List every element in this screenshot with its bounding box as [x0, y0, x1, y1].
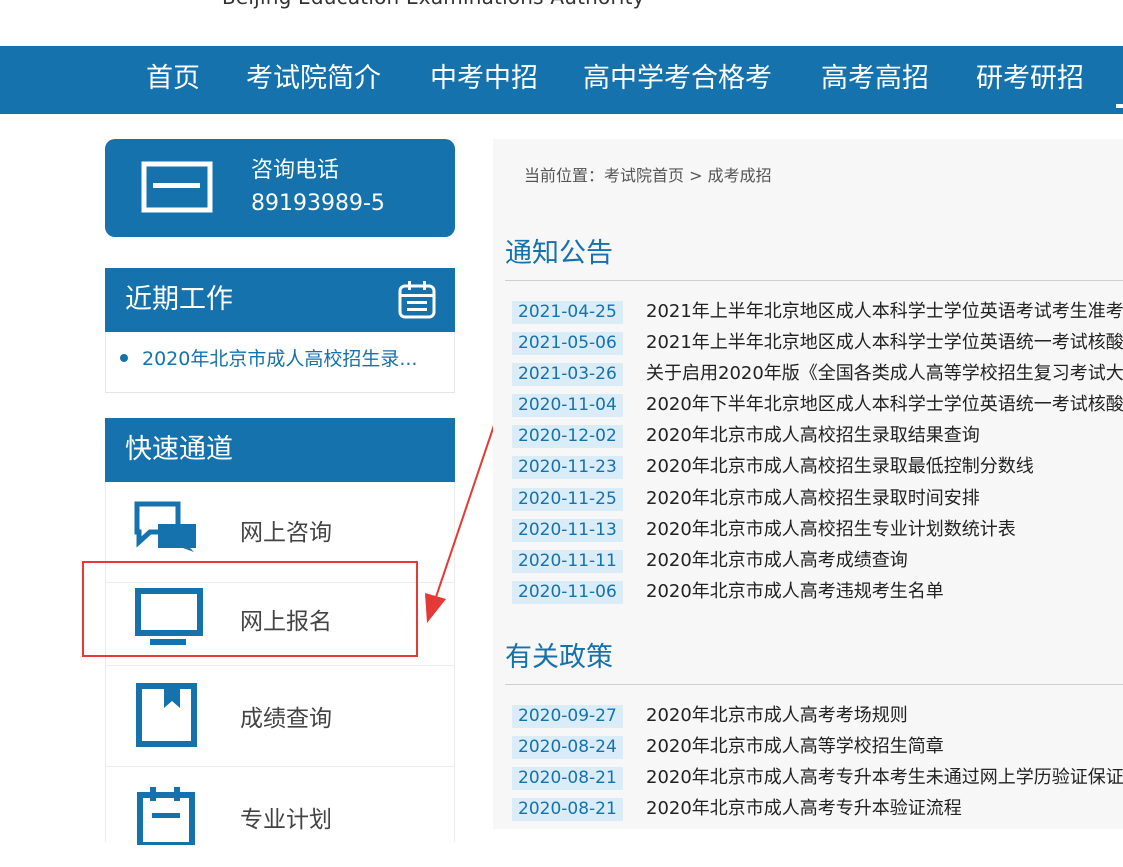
nav-about[interactable]: 考试院简介 [246, 46, 381, 114]
notice-row[interactable]: 2020-11-11 2020年北京市成人高考成绩查询 [512, 546, 1123, 577]
quick-item-label: 成绩查询 [240, 706, 332, 732]
notice-row[interactable]: 2021-03-26 关于启用2020年版《全国各类成人高等学校招生复习考试大纲 [512, 359, 1123, 390]
calendar-plan-icon [134, 785, 200, 849]
notice-title: 2020年北京市成人高校招生录取时间安排 [646, 487, 980, 509]
notice-date: 2020-11-04 [512, 394, 623, 418]
notices-divider [505, 280, 1123, 281]
nav-overflow-marker [1116, 104, 1123, 108]
notice-row[interactable]: 2020-12-02 2020年北京市成人高校招生录取结果查询 [512, 421, 1123, 452]
quick-item-label: 网上咨询 [240, 520, 332, 546]
notice-row[interactable]: 2020-11-25 2020年北京市成人高校招生录取时间安排 [512, 484, 1123, 515]
notices-title: 通知公告 [505, 238, 613, 269]
notice-title: 2020年北京市成人高考违规考生名单 [646, 580, 944, 602]
notice-title: 2020年北京市成人高校招生专业计划数统计表 [646, 518, 1016, 540]
notice-row[interactable]: 2021-04-25 2021年上半年北京地区成人本科学士学位英语考试考生准考证 [512, 297, 1123, 328]
nav-gaokao[interactable]: 高考高招 [821, 46, 929, 114]
policy-date: 2020-08-21 [512, 798, 623, 822]
nav-zhongkao[interactable]: 中考中招 [430, 46, 538, 114]
notice-row[interactable]: 2021-05-06 2021年上半年北京地区成人本科学士学位英语统一考试核酸检 [512, 328, 1123, 359]
notice-date: 2020-11-13 [512, 518, 623, 542]
recent-work-list: 2020年北京市成人高校招生录... [105, 332, 455, 393]
quick-access-header: 快速通道 [105, 418, 455, 482]
notice-row[interactable]: 2020-11-04 2020年下半年北京地区成人本科学士学位英语统一考试核酸检 [512, 390, 1123, 421]
notice-date: 2020-11-25 [512, 487, 623, 511]
bookmark-icon [134, 682, 200, 752]
phone-number: 89193989-5 [251, 191, 385, 216]
notice-date: 2020-11-11 [512, 549, 623, 573]
notice-row[interactable]: 2020-11-23 2020年北京市成人高校招生录取最低控制分数线 [512, 452, 1123, 483]
quick-score-query[interactable]: 成绩查询 [106, 666, 454, 767]
chat-icon [134, 500, 200, 556]
nav-xuekao[interactable]: 高中学考合格考 [583, 46, 772, 114]
recent-work-title: 近期工作 [125, 284, 233, 315]
phone-label: 咨询电话 [251, 158, 340, 183]
policy-title: 2020年北京市成人高考专升本验证流程 [646, 798, 962, 820]
policies-list: 2020-09-27 2020年北京市成人高考考场规则 2020-08-24 202… [512, 701, 1123, 825]
policy-date: 2020-09-27 [512, 705, 623, 728]
policy-title: 2020年北京市成人高考考场规则 [646, 705, 908, 726]
policy-row[interactable]: 2020-08-21 2020年北京市成人高考专升本验证流程 [512, 794, 1123, 825]
notice-date: 2021-05-06 [512, 332, 623, 356]
highlight-box [82, 561, 418, 657]
quick-access-list: 网上咨询 网上报名 成绩查询 专业计划 [105, 482, 455, 848]
notice-date: 2020-11-06 [512, 580, 623, 604]
notice-date: 2021-04-25 [512, 301, 623, 324]
policies-title: 有关政策 [505, 642, 613, 673]
main-nav: 首页 考试院简介 中考中招 高中学考合格考 高考高招 研考研招 [0, 46, 1123, 114]
notice-title: 2021年上半年北京地区成人本科学士学位英语考试考生准考证 [646, 301, 1123, 322]
notices-list: 2021-04-25 2021年上半年北京地区成人本科学士学位英语考试考生准考证 … [512, 297, 1123, 608]
policy-row[interactable]: 2020-09-27 2020年北京市成人高考考场规则 [512, 701, 1123, 732]
policy-date: 2020-08-21 [512, 767, 623, 791]
notice-date: 2020-11-23 [512, 456, 623, 480]
quick-access-title: 快速通道 [125, 434, 233, 465]
notice-title: 2020年北京市成人高考成绩查询 [646, 549, 908, 571]
site-subtitle: Beijing Education Examinations Authority [222, 0, 645, 8]
notice-title: 2021年上半年北京地区成人本科学士学位英语统一考试核酸检 [646, 332, 1123, 354]
policy-title: 2020年北京市成人高考专升本考生未通过网上学历验证保证书 [646, 767, 1123, 789]
notice-title: 关于启用2020年版《全国各类成人高等学校招生复习考试大纲 [646, 363, 1123, 385]
recent-work-header: 近期工作 [105, 268, 455, 332]
card-icon [141, 161, 213, 217]
notice-row[interactable]: 2020-11-06 2020年北京市成人高考违规考生名单 [512, 577, 1123, 608]
notice-date: 2021-03-26 [512, 363, 623, 387]
notice-title: 2020年下半年北京地区成人本科学士学位英语统一考试核酸检 [646, 394, 1123, 416]
policy-row[interactable]: 2020-08-24 2020年北京市成人高等学校招生简章 [512, 732, 1123, 763]
policy-title: 2020年北京市成人高等学校招生简章 [646, 736, 944, 758]
nav-home[interactable]: 首页 [146, 46, 200, 114]
nav-yankao[interactable]: 研考研招 [976, 46, 1084, 114]
policy-date: 2020-08-24 [512, 736, 623, 760]
policies-divider [505, 684, 1123, 685]
breadcrumb: 当前位置：考试院首页 > 成考成招 [524, 166, 772, 185]
notice-title: 2020年北京市成人高校招生录取最低控制分数线 [646, 456, 1034, 478]
notice-row[interactable]: 2020-11-13 2020年北京市成人高校招生专业计划数统计表 [512, 515, 1123, 546]
notice-title: 2020年北京市成人高校招生录取结果查询 [646, 425, 980, 447]
recent-work-item[interactable]: 2020年北京市成人高校招生录... [120, 346, 417, 372]
policy-row[interactable]: 2020-08-21 2020年北京市成人高考专升本考生未通过网上学历验证保证书 [512, 763, 1123, 794]
consult-phone-box: 咨询电话 89193989-5 [105, 139, 455, 237]
calendar-icon [397, 280, 437, 324]
notice-date: 2020-12-02 [512, 425, 623, 449]
bullet-icon [120, 353, 128, 362]
recent-work-item-label: 2020年北京市成人高校招生录... [142, 348, 418, 370]
quick-major-plan[interactable]: 专业计划 [106, 767, 454, 867]
